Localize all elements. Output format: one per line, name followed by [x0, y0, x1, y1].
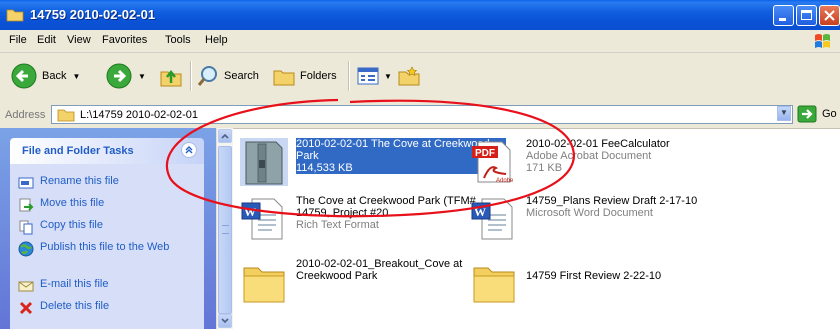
folder-icon — [473, 267, 515, 303]
views-icon — [357, 67, 379, 85]
menu-bar: File Edit View Favorites Tools Help — [0, 30, 840, 53]
task-move[interactable]: Move this file — [18, 197, 104, 213]
menu-edit[interactable]: Edit — [37, 34, 56, 46]
folder-icon — [57, 109, 75, 122]
address-input[interactable]: L:\14759 2010-02-02-01 — [51, 105, 793, 124]
file-text: 14759_Plans Review Draft 2-17-10 Microso… — [526, 195, 736, 219]
folder-icon — [6, 9, 24, 22]
address-bar: Address L:\14759 2010-02-02-01 — [0, 102, 840, 129]
move-icon — [19, 198, 34, 212]
go-label: Go — [822, 108, 837, 120]
menu-help[interactable]: Help — [205, 34, 228, 46]
task-label: Publish this file to the Web — [40, 241, 170, 253]
minimize-button[interactable] — [773, 5, 794, 26]
close-button[interactable] — [819, 5, 840, 26]
forward-button[interactable]: ▼ — [105, 61, 146, 91]
folders-button[interactable]: Folders — [272, 61, 337, 91]
scroll-down-button[interactable] — [218, 314, 232, 328]
task-delete[interactable]: Delete this file — [18, 300, 109, 316]
delete-icon — [19, 301, 33, 315]
folders-label: Folders — [300, 70, 337, 82]
file-name: 2010-02-02-01_Breakout_Cove at Creekwood… — [296, 258, 463, 282]
search-icon — [197, 66, 217, 86]
back-arrow-icon — [11, 63, 37, 89]
file-size: 171 KB — [526, 162, 563, 174]
address-dropdown-button[interactable]: ▼ — [777, 106, 791, 121]
folder-icon — [243, 267, 285, 303]
chevron-up-icon — [185, 146, 193, 154]
globe-icon — [18, 241, 34, 257]
chevron-down-icon[interactable]: ▼ — [72, 72, 80, 81]
chevron-down-icon: ▼ — [780, 108, 788, 117]
task-publish[interactable]: Publish this file to the Web — [18, 241, 198, 257]
chevron-down-icon[interactable]: ▼ — [384, 72, 392, 81]
folder-options-button[interactable] — [397, 61, 421, 91]
window-title: 14759 2010-02-02-01 — [30, 7, 156, 22]
folders-icon — [273, 70, 295, 86]
chevron-down-icon[interactable]: ▼ — [138, 72, 146, 81]
task-panel-header[interactable]: File and Folder Tasks — [10, 138, 204, 164]
go-button[interactable]: Go — [797, 104, 837, 124]
file-name: 14759 First Review 2-22-10 — [526, 270, 662, 282]
task-copy[interactable]: Copy this file — [18, 219, 103, 235]
file-name: 14759_Plans Review Draft 2-17-10 — [526, 195, 698, 207]
word-file-icon: W — [471, 198, 513, 240]
file-text: 2010-02-02-01 FeeCalculator Adobe Acroba… — [526, 138, 736, 174]
up-folder-icon — [160, 69, 182, 87]
maximize-button[interactable] — [796, 5, 817, 26]
back-label: Back — [42, 70, 67, 82]
menu-tools[interactable]: Tools — [165, 34, 191, 46]
close-icon — [824, 10, 835, 21]
svg-text:W: W — [244, 205, 256, 219]
rtf-file-icon: W — [241, 198, 283, 240]
address-label: Address — [5, 109, 46, 121]
forward-arrow-icon — [106, 63, 132, 89]
email-icon — [18, 281, 34, 292]
task-label: Rename this file — [40, 175, 119, 187]
views-button[interactable]: ▼ — [356, 61, 392, 91]
search-button[interactable]: Search — [196, 61, 259, 91]
title-bar[interactable]: 14759 2010-02-02-01 — [0, 0, 840, 30]
search-label: Search — [224, 70, 259, 82]
task-label: Move this file — [40, 197, 105, 209]
file-type: Microsoft Word Document — [526, 207, 653, 219]
archive-file-icon — [240, 138, 288, 186]
svg-text:Adobe: Adobe — [496, 178, 514, 184]
go-arrow-icon — [797, 105, 817, 123]
task-panel-body: Rename this file Move this file Copy thi… — [10, 164, 204, 329]
address-path: L:\14759 2010-02-02-01 — [80, 109, 199, 121]
chevron-up-icon — [221, 133, 229, 139]
file-folder-tasks-panel: File and Folder Tasks Rename this file M… — [10, 138, 204, 329]
task-label: Copy this file — [40, 219, 103, 231]
copy-icon — [19, 220, 33, 235]
svg-text:W: W — [474, 205, 486, 219]
menu-view[interactable]: View — [67, 34, 91, 46]
scroll-up-button[interactable] — [218, 129, 232, 143]
chevron-down-icon — [221, 318, 229, 324]
back-button[interactable]: Back ▼ — [10, 61, 80, 91]
rename-icon — [18, 177, 34, 189]
up-folder-button[interactable] — [158, 61, 184, 91]
task-rename[interactable]: Rename this file — [18, 175, 119, 191]
task-label: E-mail this file — [40, 278, 109, 290]
file-name: 2010-02-02-01 FeeCalculator — [526, 138, 670, 150]
collapse-button[interactable] — [181, 142, 197, 158]
task-email[interactable]: E-mail this file — [18, 278, 108, 294]
windows-logo-icon — [815, 34, 830, 48]
toolbar: Back ▼ ▼ Search Folders ▼ — [0, 53, 840, 103]
file-text: 14759 First Review 2-22-10 — [526, 270, 736, 282]
task-panel-title: File and Folder Tasks — [22, 145, 134, 157]
svg-text:PDF: PDF — [475, 148, 495, 159]
file-type: Adobe Acrobat Document — [526, 150, 652, 162]
vertical-scrollbar[interactable] — [216, 128, 233, 329]
pdf-file-icon: PDF Adobe — [472, 141, 514, 184]
folder-star-icon — [398, 66, 420, 86]
menu-favorites[interactable]: Favorites — [102, 34, 147, 46]
task-label: Delete this file — [40, 300, 110, 312]
menu-file[interactable]: File — [9, 34, 27, 46]
scroll-thumb[interactable] — [218, 146, 232, 314]
